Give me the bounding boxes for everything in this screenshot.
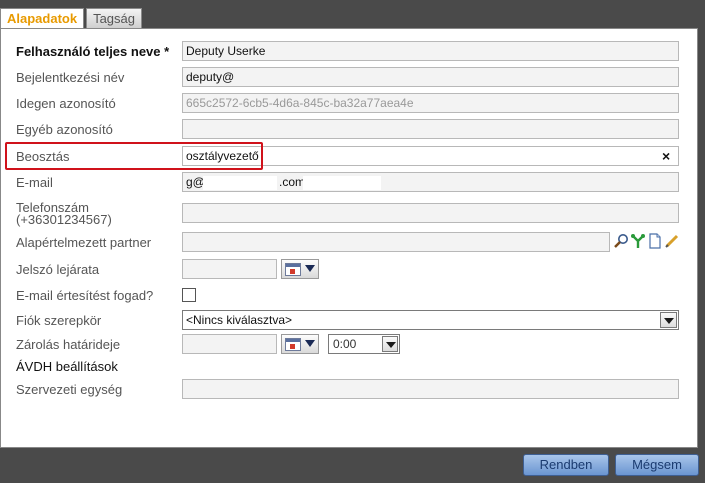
password-expiry-label: Jelszó lejárata	[16, 262, 100, 277]
foreign-id-input[interactable]	[182, 93, 679, 113]
chevron-down-icon	[382, 336, 398, 352]
org-unit-input[interactable]	[182, 379, 679, 399]
lock-deadline-label: Zárolás határideje	[16, 337, 121, 352]
lock-deadline-date-input[interactable]	[182, 334, 277, 354]
ok-button[interactable]: Rendben	[523, 454, 609, 476]
chevron-down-icon	[305, 340, 315, 347]
branch-icon[interactable]	[630, 233, 646, 249]
foreign-id-label: Idegen azonosító	[16, 96, 116, 111]
redaction-mask	[303, 176, 381, 190]
tab-tagsag[interactable]: Tagság	[86, 8, 142, 28]
position-input[interactable]	[182, 146, 679, 166]
email-notify-checkbox[interactable]	[182, 288, 196, 302]
chevron-down-icon	[660, 312, 677, 328]
edit-pencil-icon[interactable]	[664, 233, 680, 249]
lock-deadline-time-select[interactable]: 0:00	[328, 334, 400, 354]
full-name-label: Felhasználó teljes neve *	[16, 44, 170, 59]
phone-input[interactable]	[182, 203, 679, 223]
avdh-section-heading: ÁVDH beállítások	[16, 359, 118, 374]
org-unit-label: Szervezeti egység	[16, 382, 123, 397]
login-input[interactable]	[182, 67, 679, 87]
partner-icons	[613, 233, 680, 249]
email-label: E-mail	[16, 175, 53, 190]
tab-alapadatok[interactable]: Alapadatok	[0, 8, 85, 29]
full-name-input[interactable]	[182, 41, 679, 61]
phone-label-line2: (+36301234567)	[16, 212, 112, 227]
default-partner-input[interactable]	[182, 232, 610, 252]
calendar-icon	[285, 338, 301, 351]
email-input[interactable]: g@ .com	[182, 172, 679, 192]
document-icon[interactable]	[647, 233, 663, 249]
position-label: Beosztás	[16, 149, 70, 164]
other-id-input[interactable]	[182, 119, 679, 139]
chevron-down-icon	[305, 265, 315, 272]
password-expiry-calendar-button[interactable]	[281, 259, 319, 279]
password-expiry-input[interactable]	[182, 259, 277, 279]
account-role-selected: <Nincs kiválasztva>	[186, 313, 293, 327]
account-role-label: Fiók szerepkör	[16, 313, 102, 328]
default-partner-label: Alapértelmezett partner	[16, 235, 152, 250]
lock-deadline-time-value: 0:00	[333, 337, 357, 351]
tab-bar: Alapadatok Tagság	[0, 8, 144, 29]
cancel-button[interactable]: Mégsem	[615, 454, 699, 476]
redaction-mask	[203, 176, 277, 190]
login-label: Bejelentkezési név	[16, 70, 125, 85]
clear-icon[interactable]: ×	[662, 149, 670, 163]
other-id-label: Egyéb azonosító	[16, 122, 113, 137]
form-panel: Felhasználó teljes neve * Bejelentkezési…	[0, 28, 698, 448]
email-notify-label: E-mail értesítést fogad?	[16, 288, 154, 303]
account-role-select[interactable]: <Nincs kiválasztva>	[182, 310, 679, 330]
lock-deadline-calendar-button[interactable]	[281, 334, 319, 354]
calendar-icon	[285, 263, 301, 276]
email-suffix: .com	[279, 175, 306, 189]
search-icon[interactable]	[613, 233, 629, 249]
